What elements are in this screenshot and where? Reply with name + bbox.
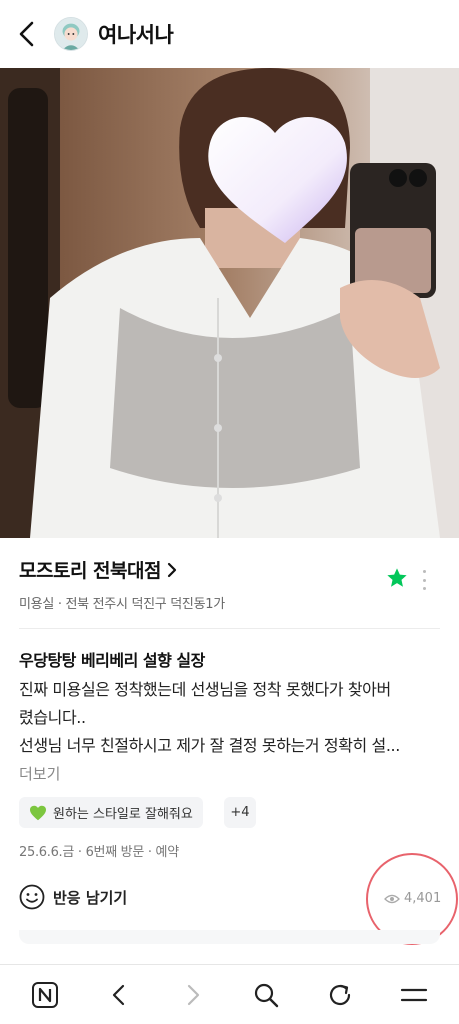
nav-back-button[interactable] [99,975,139,1015]
place-name: 모즈토리 전북대점 [19,560,161,582]
menu-icon [400,988,428,1001]
review-line: 진짜 미용실은 정착했는데 선생님을 정착 못했다가 찾아버 [19,680,391,699]
smiley-icon [19,884,45,910]
nav-search-button[interactable] [246,975,286,1015]
visit-type: 예약 [155,845,180,860]
read-more-link[interactable]: 더보기 [19,763,60,784]
back-icon [112,984,124,1005]
place-address: 전북 전주시 덕진구 덕진동1가 [65,597,226,612]
place-category: 미용실 [19,597,54,612]
keyword-tag[interactable]: 원하는 스타일로 잘해줘요 [19,797,203,828]
reaction-label: 반응 남기기 [53,888,128,907]
page-title: 여나서나 [98,23,174,47]
refresh-icon [330,984,351,1005]
naver-home-icon [31,981,58,1008]
chevron-right-icon [167,562,177,577]
star-icon [387,568,407,587]
nav-menu-button[interactable] [394,975,434,1015]
next-card-edge [19,930,440,944]
separator-dot: · [57,597,66,612]
post-photo[interactable] [0,68,459,538]
bottom-nav [0,964,459,1024]
favorite-button[interactable] [386,567,408,589]
place-name-link[interactable]: 모즈토리 전북대점 [19,556,439,583]
review-body[interactable]: 진짜 미용실은 정착했는데 선생님을 정착 못했다가 찾아버 렸습니다.. 선생… [19,676,444,760]
place-subtitle: 미용실 · 전북 전주시 덕진구 덕진동1가 [19,593,439,612]
top-bar: 여나서나 [0,0,459,68]
more-tags-button[interactable]: +4 [224,797,256,828]
more-options-icon[interactable] [420,570,428,590]
visit-date: 25.6.6.금 [19,845,75,860]
green-heart-icon [30,805,46,820]
profile-avatar-icon [55,18,87,50]
tag-label: 원하는 스타일로 잘해줘요 [53,807,193,822]
review-line: 선생님 너무 친절하시고 제가 잘 결정 못하는거 정확히 설... [19,736,400,755]
visit-count: 6번째 방문 [85,845,145,860]
separator-dot: · [77,845,86,860]
visit-info: 25.6.6.금 · 6번째 방문 · 예약 [19,841,179,860]
review-line: 렸습니다.. [19,708,86,727]
nav-forward-button[interactable] [173,975,213,1015]
leave-reaction-button[interactable]: 반응 남기기 [19,884,127,910]
search-icon [255,983,279,1007]
place-info[interactable]: 모즈토리 전북대점 미용실 · 전북 전주시 덕진구 덕진동1가 [19,556,439,612]
chevron-left-icon [19,21,34,47]
forward-icon [187,984,199,1005]
avatar[interactable] [54,17,88,51]
photo-image [0,68,459,538]
naver-home-button[interactable] [25,975,65,1015]
divider [19,628,440,629]
review-title: 우당탕탕 베리베리 설향 실장 [19,651,205,670]
back-button[interactable] [0,0,54,68]
nav-refresh-button[interactable] [320,975,360,1015]
separator-dot: · [147,845,156,860]
